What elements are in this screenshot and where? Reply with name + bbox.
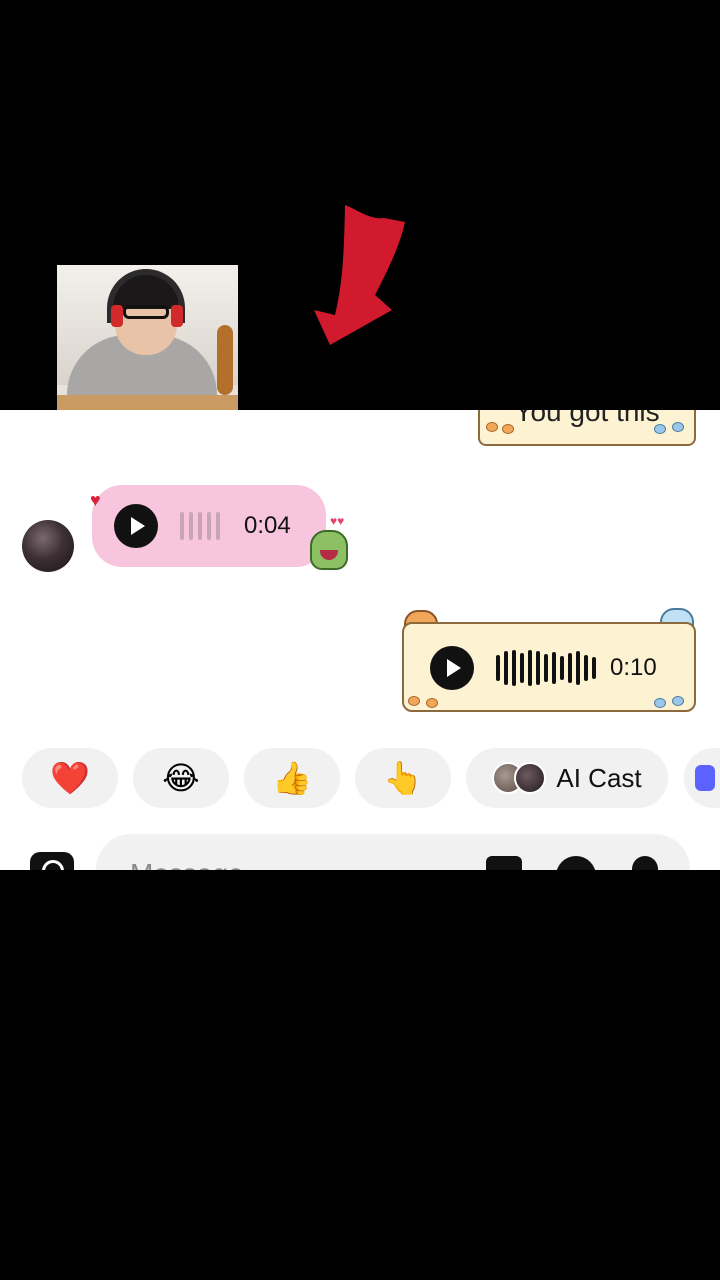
chat-thread[interactable]: You got this 0:04 ♥ ♥♥ 0:10 ❤️ 😂 👍 👆 AI …	[0, 410, 720, 870]
play-button[interactable]	[114, 504, 158, 548]
quick-reactions-bar[interactable]: ❤️ 😂 👍 👆 AI Cast	[0, 748, 720, 808]
camera-icon[interactable]	[30, 852, 74, 870]
guitar	[217, 325, 233, 395]
incoming-voice-message[interactable]: 0:04	[92, 485, 326, 567]
ai-cast-label: AI Cast	[556, 762, 642, 793]
reaction-point[interactable]: 👆	[355, 748, 451, 808]
message-composer: Message...	[0, 822, 720, 870]
gallery-icon[interactable]	[486, 856, 522, 870]
headphone-right	[171, 305, 183, 327]
paw-icon	[672, 696, 684, 706]
paw-icon	[426, 698, 438, 708]
pointing-hand-emoji-icon: 👆	[383, 760, 423, 796]
play-button[interactable]	[430, 646, 474, 690]
glasses	[123, 305, 169, 319]
red-arrow-icon	[314, 205, 405, 345]
hearts-icon: ♥♥	[330, 514, 345, 528]
reaction-laugh[interactable]: 😂	[133, 748, 229, 808]
sticker-message-bubble[interactable]: You got this	[478, 410, 696, 446]
waveform	[496, 650, 596, 686]
frog-sticker-icon	[310, 530, 348, 570]
message-placeholder: Message...	[130, 858, 267, 870]
paw-icon	[654, 424, 666, 434]
heart-reaction-icon: ♥	[90, 490, 101, 510]
ai-cast-button[interactable]: AI Cast	[466, 748, 668, 808]
voice-duration: 0:04	[244, 512, 291, 539]
avatar	[514, 762, 547, 794]
voice-duration: 0:10	[610, 654, 657, 681]
sender-avatar[interactable]	[22, 520, 74, 572]
headphone-left	[111, 305, 123, 327]
paw-icon	[486, 422, 498, 432]
thumbs-up-emoji-icon: 👍	[272, 760, 312, 796]
app-icon	[695, 765, 715, 791]
waveform	[180, 509, 220, 543]
laugh-emoji-icon: 😂	[162, 760, 200, 796]
reaction-heart[interactable]: ❤️	[22, 748, 118, 808]
paw-icon	[654, 698, 666, 708]
webcam-overlay	[57, 265, 238, 432]
more-chip[interactable]	[684, 748, 720, 808]
heart-emoji-icon: ❤️	[50, 760, 90, 796]
message-input[interactable]: Message...	[96, 834, 690, 870]
reaction-thumbs-up[interactable]: 👍	[244, 748, 340, 808]
outgoing-voice-message[interactable]: 0:10	[402, 622, 696, 712]
paw-icon	[672, 422, 684, 432]
paw-icon	[502, 424, 514, 434]
paw-icon	[408, 696, 420, 706]
